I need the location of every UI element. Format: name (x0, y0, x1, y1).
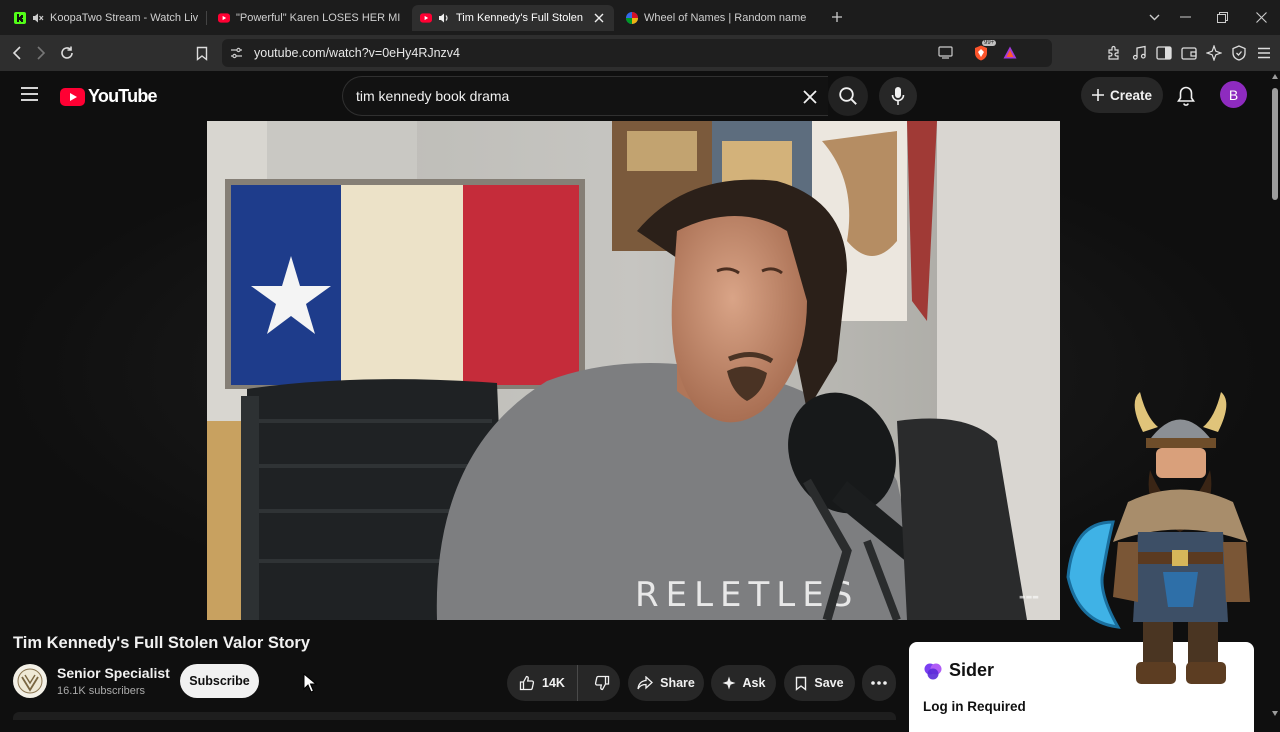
minimize-window-icon[interactable] (1177, 9, 1193, 25)
sider-brand: Sider (923, 660, 994, 681)
browser-menu-icon[interactable] (1254, 43, 1274, 63)
wheel-of-names-icon (626, 12, 638, 24)
viking-mascot-image[interactable] (1058, 392, 1268, 692)
cast-icon[interactable] (938, 46, 953, 59)
like-dislike-group: 14K (507, 665, 620, 701)
restore-window-icon[interactable] (1214, 9, 1230, 25)
browser-tab-strip: KoopaTwo Stream - Watch Live o "Powerful… (0, 0, 1280, 35)
speaker-muted-icon[interactable] (32, 12, 44, 24)
sider-login-status: Log in Required (923, 699, 1026, 714)
mouse-cursor-icon (303, 673, 317, 693)
channel-watermark: ▬▬▬ (1019, 593, 1039, 601)
plus-icon (1091, 89, 1104, 101)
brave-shields-badge: 99+ (982, 40, 997, 46)
thumbs-up-icon (519, 675, 535, 691)
search-box[interactable]: tim kennedy book drama (342, 76, 828, 116)
leo-ai-icon[interactable] (1204, 43, 1224, 63)
subscriber-count: 16.1K subscribers (57, 685, 146, 697)
clear-search-icon[interactable] (800, 87, 820, 107)
more-horizontal-icon (871, 681, 887, 685)
scrollbar-thumb[interactable] (1272, 88, 1278, 200)
notifications-bell-icon[interactable] (1174, 84, 1198, 108)
video-frame: RELETLES ▬▬▬ (207, 121, 1060, 620)
tab-search-chevron-icon[interactable] (1146, 9, 1162, 25)
tab-title: "Powerful" Karen LOSES HER MIND V (236, 12, 400, 24)
voice-search-button[interactable] (879, 77, 917, 115)
brave-shields-icon[interactable] (974, 45, 988, 61)
vpn-shield-icon[interactable] (1229, 43, 1249, 63)
bookmark-icon[interactable] (192, 43, 212, 63)
channel-avatar[interactable] (13, 664, 47, 698)
ask-button[interactable]: Ask (711, 665, 776, 701)
search-button[interactable] (828, 76, 868, 116)
dislike-button[interactable] (585, 665, 620, 701)
media-music-icon[interactable] (1129, 43, 1149, 63)
like-button[interactable]: 14K (507, 665, 578, 701)
video-player[interactable]: RELETLES ▬▬▬ (207, 121, 1060, 620)
thumbs-down-icon (594, 675, 610, 691)
scroll-down-arrow-icon[interactable] (1272, 711, 1278, 716)
create-label: Create (1109, 87, 1153, 103)
search-icon (838, 86, 858, 106)
hamburger-menu-icon[interactable] (20, 86, 39, 102)
tab-koopatwo[interactable]: KoopaTwo Stream - Watch Live o (6, 5, 206, 31)
like-count: 14K (542, 676, 565, 690)
close-tab-icon[interactable] (592, 11, 606, 25)
more-actions-button[interactable] (862, 665, 896, 701)
brave-rewards-icon[interactable] (1003, 46, 1017, 59)
address-bar[interactable]: youtube.com/watch?v=0eHy4RJnzv4 99+ (222, 39, 1052, 67)
page-scrollbar[interactable] (1270, 71, 1280, 720)
create-button[interactable]: Create (1081, 77, 1163, 113)
site-info-icon[interactable] (230, 47, 243, 59)
search-input[interactable]: tim kennedy book drama (356, 88, 509, 104)
share-button[interactable]: Share (628, 665, 704, 701)
ask-label: Ask (742, 676, 766, 690)
forward-button[interactable] (31, 43, 51, 63)
tab-separator (206, 11, 207, 25)
sider-logo-icon (923, 661, 943, 681)
save-button[interactable]: Save (784, 665, 855, 701)
texas-flag (225, 179, 585, 389)
speaker-icon[interactable] (438, 12, 450, 24)
share-label: Share (660, 676, 695, 690)
save-label: Save (814, 676, 844, 690)
youtube-logo[interactable]: YouTube (60, 86, 158, 107)
sider-brand-label: Sider (949, 660, 995, 680)
save-playlist-icon (795, 676, 807, 691)
tab-title: KoopaTwo Stream - Watch Live o (50, 12, 198, 24)
subscribe-button[interactable]: Subscribe (180, 664, 259, 698)
browser-toolbar: youtube.com/watch?v=0eHy4RJnzv4 99+ (0, 35, 1280, 71)
youtube-icon (218, 12, 230, 24)
tab-tim-kennedy[interactable]: Tim Kennedy's Full Stolen Val (412, 5, 614, 31)
tab-wheel-of-names[interactable]: Wheel of Names | Random name pic (618, 5, 818, 31)
scroll-up-arrow-icon[interactable] (1272, 74, 1278, 79)
new-tab-button[interactable] (829, 9, 845, 25)
back-button[interactable] (7, 43, 27, 63)
microphone-icon (891, 86, 905, 106)
kick-icon (14, 12, 26, 24)
extensions-icon[interactable] (1104, 43, 1124, 63)
youtube-logo-text: YouTube (88, 86, 158, 106)
description-box[interactable] (13, 712, 896, 720)
url-text: youtube.com/watch?v=0eHy4RJnzv4 (254, 46, 461, 60)
youtube-masthead: YouTube tim kennedy book drama Create B (0, 71, 1270, 121)
youtube-play-logo-icon (60, 87, 85, 106)
channel-name[interactable]: Senior Specialist (57, 665, 170, 681)
sparkle-icon (722, 676, 736, 690)
video-title: Tim Kennedy's Full Stolen Valor Story (13, 634, 311, 652)
sidebar-toggle-icon[interactable] (1154, 43, 1174, 63)
tab-karen-video[interactable]: "Powerful" Karen LOSES HER MIND V (210, 5, 408, 31)
tab-title: Tim Kennedy's Full Stolen Val (456, 12, 584, 24)
youtube-icon (420, 12, 432, 24)
account-avatar[interactable]: B (1220, 81, 1247, 108)
wallet-icon[interactable] (1179, 43, 1199, 63)
reload-button[interactable] (57, 43, 77, 63)
share-icon (637, 676, 654, 690)
tab-title: Wheel of Names | Random name pic (644, 12, 810, 24)
channel-logo-icon (17, 668, 43, 694)
close-window-icon[interactable] (1253, 9, 1269, 25)
